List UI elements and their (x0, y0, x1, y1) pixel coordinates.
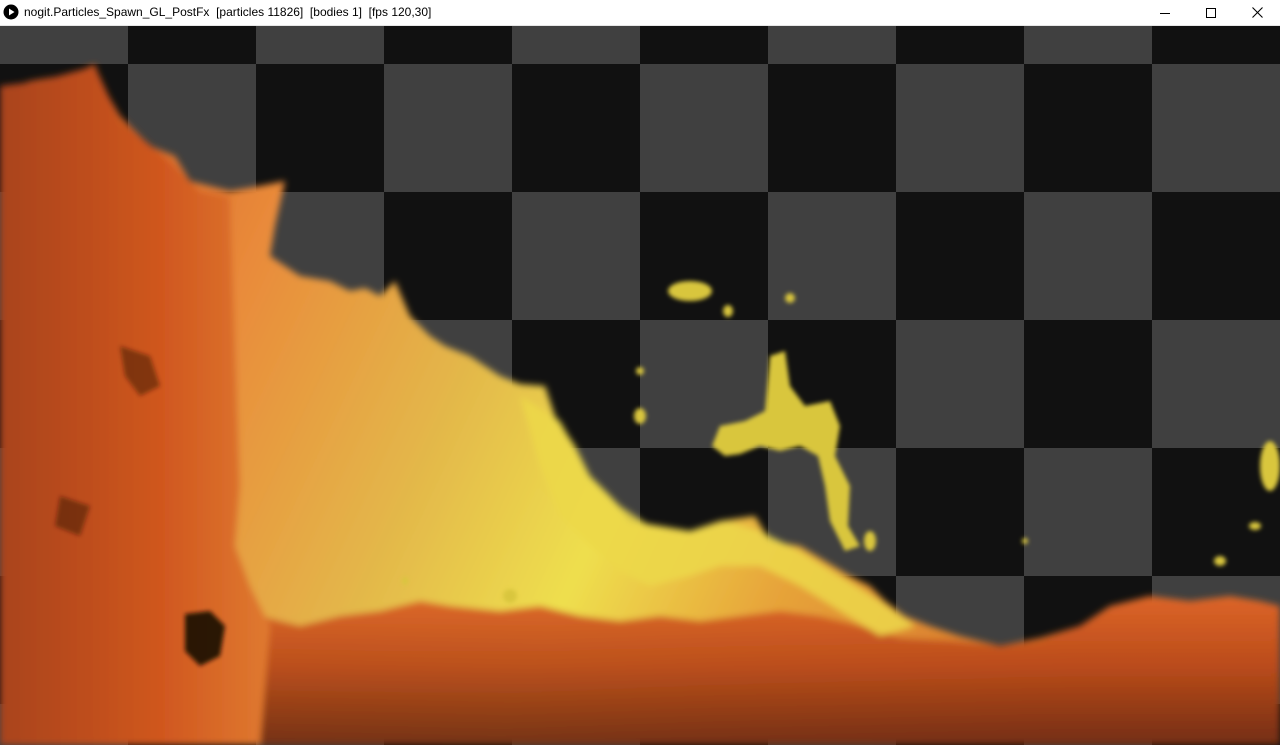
title-bar[interactable]: nogit.Particles_Spawn_GL_PostFx [particl… (0, 0, 1280, 26)
maximize-icon (1206, 7, 1216, 18)
close-button[interactable] (1234, 0, 1280, 25)
minimize-button[interactable] (1142, 0, 1188, 25)
close-icon (1251, 7, 1263, 18)
maximize-button[interactable] (1188, 0, 1234, 25)
app-window: nogit.Particles_Spawn_GL_PostFx [particl… (0, 0, 1280, 745)
render-canvas[interactable] (0, 26, 1280, 745)
window-title: nogit.Particles_Spawn_GL_PostFx [particl… (24, 5, 432, 19)
app-play-icon (3, 4, 19, 20)
minimize-icon (1160, 8, 1170, 18)
